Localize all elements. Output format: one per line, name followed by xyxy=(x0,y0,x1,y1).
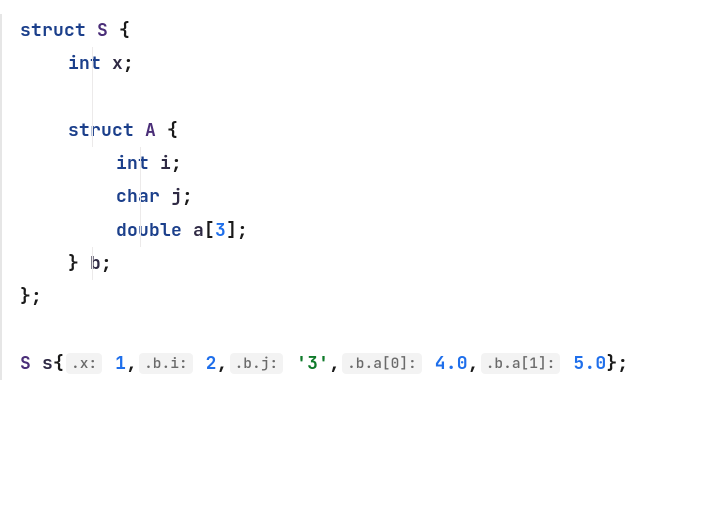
type-S: S xyxy=(20,352,31,375)
semicolon: ; xyxy=(123,52,134,75)
inlay-hint: .b.a[0]: xyxy=(342,353,422,374)
semicolon: ; xyxy=(101,252,112,275)
code-line: S s{.x: 1,.b.i: 2,.b.j: '3',.b.a[0]: 4.0… xyxy=(20,347,716,380)
inlay-hint: .x: xyxy=(66,353,102,374)
code-line: struct A { xyxy=(20,114,716,147)
blank-line xyxy=(20,314,716,347)
comma: , xyxy=(329,352,340,375)
code-line: }; xyxy=(20,280,716,313)
bracket-close: ] xyxy=(226,219,237,242)
comma: , xyxy=(126,352,137,375)
brace-open: { xyxy=(119,19,130,42)
comma: , xyxy=(468,352,479,375)
code-line: struct S { xyxy=(20,14,716,47)
keyword-char: char xyxy=(116,185,160,208)
inlay-hint: .b.a[1]: xyxy=(481,353,561,374)
literal-1: 1 xyxy=(115,352,126,375)
code-block: struct S { int x; struct A { int i; char… xyxy=(0,14,716,380)
literal-5: 5.0 xyxy=(573,352,606,375)
keyword-double: double xyxy=(116,219,182,242)
keyword-int: int xyxy=(68,52,101,75)
inlay-hint: .b.j: xyxy=(230,353,284,374)
keyword-struct: struct xyxy=(68,119,134,142)
brace-close: } xyxy=(606,352,617,375)
array-size: 3 xyxy=(215,219,226,242)
field-a: a xyxy=(193,219,204,242)
code-line: double a[3]; xyxy=(20,214,716,247)
code-line: char j; xyxy=(20,180,716,213)
bracket-open: [ xyxy=(204,219,215,242)
code-line: int x; xyxy=(20,47,716,80)
semicolon: ; xyxy=(617,352,628,375)
field-b: b xyxy=(90,252,101,275)
literal-char-3: '3' xyxy=(296,352,329,375)
semicolon: ; xyxy=(31,285,42,308)
var-s: s xyxy=(42,352,53,375)
inlay-hint: .b.i: xyxy=(139,353,193,374)
semicolon: ; xyxy=(237,219,248,242)
keyword-struct: struct xyxy=(20,19,86,42)
literal-4: 4.0 xyxy=(435,352,468,375)
brace-close: } xyxy=(68,252,79,275)
keyword-int: int xyxy=(116,152,149,175)
code-line: } b; xyxy=(20,247,716,280)
literal-2: 2 xyxy=(206,352,217,375)
field-x: x xyxy=(112,52,123,75)
brace-open: { xyxy=(53,352,64,375)
comma: , xyxy=(217,352,228,375)
blank-line xyxy=(20,81,716,114)
type-name-A: A xyxy=(145,119,156,142)
semicolon: ; xyxy=(171,152,182,175)
code-line: int i; xyxy=(20,147,716,180)
field-i: i xyxy=(160,152,171,175)
semicolon: ; xyxy=(182,185,193,208)
type-name-S: S xyxy=(97,19,108,42)
field-j: j xyxy=(171,185,182,208)
brace-close: } xyxy=(20,285,31,308)
brace-open: { xyxy=(167,119,178,142)
